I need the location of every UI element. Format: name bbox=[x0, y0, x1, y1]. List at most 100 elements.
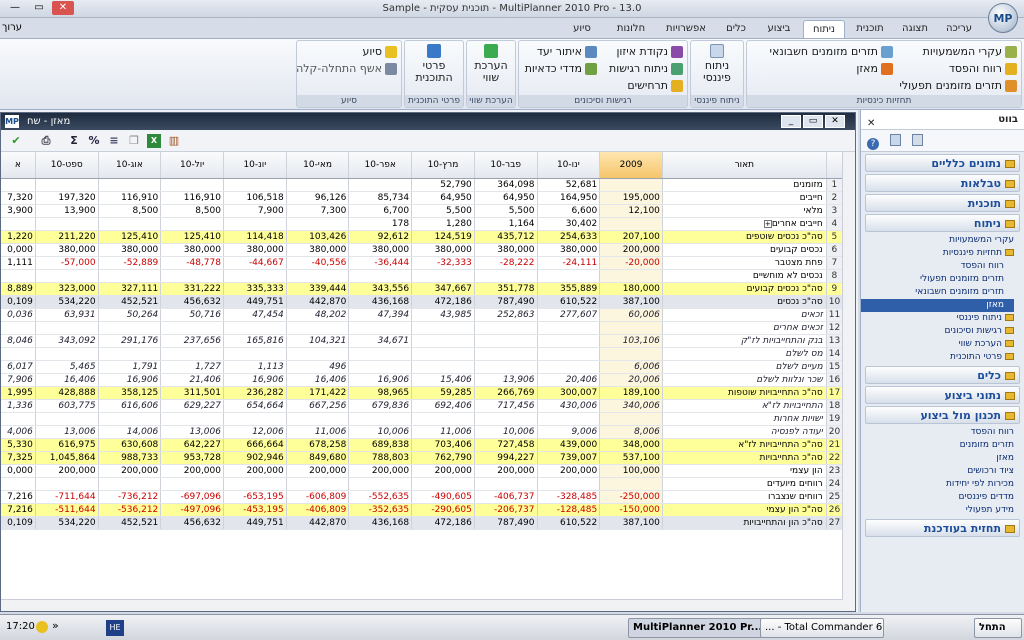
profit-loss-button[interactable]: רווח והפסד bbox=[949, 61, 1017, 77]
table-cell[interactable]: 1,111 bbox=[1, 256, 36, 270]
table-cell[interactable] bbox=[411, 269, 475, 283]
table-cell[interactable] bbox=[411, 412, 475, 426]
table-cell[interactable] bbox=[286, 178, 350, 192]
row-number[interactable]: 4 bbox=[825, 217, 844, 231]
row-number[interactable]: 11 bbox=[825, 308, 844, 322]
row-number[interactable]: 12 bbox=[825, 321, 844, 335]
tab-analysis[interactable]: ניתוח bbox=[803, 20, 845, 38]
column-header[interactable]: תאור bbox=[662, 152, 827, 179]
table-cell[interactable] bbox=[1, 477, 36, 491]
table-cell[interactable]: 430,006 bbox=[537, 399, 601, 413]
table-cell[interactable]: 1,727 bbox=[160, 360, 224, 374]
table-cell[interactable]: 48,202 bbox=[286, 308, 350, 322]
table-cell[interactable]: 47,394 bbox=[348, 308, 413, 322]
table-cell[interactable]: 50,716 bbox=[160, 308, 224, 322]
table-cell[interactable] bbox=[348, 412, 413, 426]
table-cell[interactable]: 436,168 bbox=[348, 516, 413, 530]
table-cell[interactable]: 534,220 bbox=[35, 295, 99, 309]
sidebar-item[interactable]: מידע תפעולי bbox=[861, 504, 1014, 517]
table-cell[interactable]: 8,046 bbox=[1, 334, 36, 348]
table-cell[interactable]: 351,778 bbox=[474, 282, 538, 296]
table-cell[interactable] bbox=[537, 347, 601, 361]
table-cell[interactable]: 1,995 bbox=[1, 386, 36, 400]
row-description[interactable]: סה"כ הון עצמי bbox=[662, 503, 827, 517]
balance-sheet-button[interactable]: מאזן bbox=[856, 61, 893, 77]
table-cell[interactable] bbox=[537, 321, 601, 335]
sidebar-item[interactable]: תזרים מזומנים תפעולי bbox=[861, 273, 1014, 286]
table-cell[interactable]: 200,000 bbox=[160, 464, 224, 478]
table-row[interactable]: ישויות אחרות 19 bbox=[1, 412, 844, 426]
sidebar-section[interactable]: טבלאות bbox=[865, 174, 1020, 192]
table-cell[interactable]: 34,671 bbox=[348, 334, 413, 348]
table-cell[interactable]: 277,607 bbox=[537, 308, 601, 322]
table-cell[interactable] bbox=[1, 347, 36, 361]
valuation-button[interactable]: הערכת שווי bbox=[469, 44, 513, 84]
table-cell[interactable]: 211,220 bbox=[35, 230, 99, 244]
table-cell[interactable]: 335,333 bbox=[223, 282, 287, 296]
table-cell[interactable]: 20,406 bbox=[537, 373, 601, 387]
accounting-cashflow-button[interactable]: תזרים מזומנים חשבונאי bbox=[770, 44, 893, 60]
table-cell[interactable]: 534,220 bbox=[35, 516, 99, 530]
table-cell[interactable] bbox=[160, 347, 224, 361]
table-cell[interactable]: 1,164 bbox=[474, 217, 538, 231]
table-cell[interactable]: 7,300 bbox=[286, 204, 350, 218]
table-cell[interactable]: 64,950 bbox=[411, 191, 475, 205]
table-cell[interactable]: 666,664 bbox=[223, 438, 287, 452]
print-icon[interactable]: ⎙ bbox=[39, 134, 53, 148]
table-cell[interactable]: 435,712 bbox=[474, 230, 538, 244]
row-description[interactable]: נכסים לא מוחשיים bbox=[662, 269, 827, 283]
table-cell[interactable] bbox=[474, 334, 538, 348]
table-cell[interactable]: 343,556 bbox=[348, 282, 413, 296]
table-cell[interactable]: 200,000 bbox=[35, 464, 99, 478]
table-cell[interactable]: 340,006 bbox=[599, 399, 663, 413]
table-cell[interactable]: 537,100 bbox=[599, 451, 663, 465]
table-row[interactable]: 7,216 -511,644 -536,212 -497,096 -453,195 -40… bbox=[1, 503, 844, 517]
table-cell[interactable] bbox=[98, 477, 162, 491]
table-cell[interactable]: 654,664 bbox=[223, 399, 287, 413]
table-cell[interactable]: 252,863 bbox=[474, 308, 538, 322]
row-description[interactable]: מזומנים bbox=[662, 178, 827, 192]
row-description[interactable]: בנק והתחייבויות לז"ק bbox=[662, 334, 827, 348]
table-cell[interactable] bbox=[348, 477, 413, 491]
table-cell[interactable] bbox=[474, 477, 538, 491]
table-cell[interactable] bbox=[160, 269, 224, 283]
close-button[interactable]: ✕ bbox=[52, 1, 74, 15]
table-row[interactable]: 8,889 323,000 327,111 331,222 335,333 339,444… bbox=[1, 282, 844, 296]
sidebar-section[interactable]: תחזית בעודכנת bbox=[865, 519, 1020, 537]
row-number[interactable]: 22 bbox=[825, 451, 844, 465]
table-cell[interactable]: 1,113 bbox=[223, 360, 287, 374]
row-description[interactable]: חייבים אחרים+ bbox=[662, 217, 827, 231]
row-description[interactable]: סה"כ התחייבויות שוטפות bbox=[662, 386, 827, 400]
table-cell[interactable]: 125,410 bbox=[98, 230, 162, 244]
sidebar-item[interactable]: תחזיות פיננסיות bbox=[861, 247, 1014, 260]
table-cell[interactable] bbox=[223, 477, 287, 491]
sensitivity-button[interactable]: ניתוח רגישות bbox=[609, 61, 683, 77]
table-cell[interactable]: 610,522 bbox=[537, 295, 601, 309]
table-cell[interactable] bbox=[474, 360, 538, 374]
table-row[interactable]: 5,330 616,975 630,608 642,227 666,664 678,258… bbox=[1, 438, 844, 452]
table-cell[interactable] bbox=[1, 269, 36, 283]
table-row[interactable]: 1,220 211,220 125,410 125,410 114,418 103,426… bbox=[1, 230, 844, 244]
table-cell[interactable] bbox=[474, 321, 538, 335]
table-cell[interactable]: 439,000 bbox=[537, 438, 601, 452]
table-cell[interactable]: 200,000 bbox=[474, 464, 538, 478]
table-cell[interactable] bbox=[35, 321, 99, 335]
table-cell[interactable]: 1,220 bbox=[1, 230, 36, 244]
table-cell[interactable]: 452,521 bbox=[98, 295, 162, 309]
table-cell[interactable]: 1,791 bbox=[98, 360, 162, 374]
row-description[interactable]: סה"כ נכסים bbox=[662, 295, 827, 309]
table-cell[interactable]: 630,608 bbox=[98, 438, 162, 452]
column-header[interactable]: ינו-10 bbox=[537, 152, 601, 179]
table-cell[interactable]: 236,282 bbox=[223, 386, 287, 400]
row-number[interactable]: 23 bbox=[825, 464, 844, 478]
table-cell[interactable]: -453,195 bbox=[223, 503, 287, 517]
table-cell[interactable] bbox=[35, 217, 99, 231]
security-shield-icon[interactable] bbox=[36, 621, 48, 633]
quick-start-wizard-button[interactable]: אשף התחלה-קלה bbox=[296, 61, 397, 77]
table-cell[interactable]: 43,985 bbox=[411, 308, 475, 322]
table-cell[interactable] bbox=[599, 412, 663, 426]
row-description[interactable]: סה"כ הון והתחייבויות bbox=[662, 516, 827, 530]
table-cell[interactable]: 323,000 bbox=[35, 282, 99, 296]
table-cell[interactable]: 11,006 bbox=[411, 425, 475, 439]
table-cell[interactable]: 347,667 bbox=[411, 282, 475, 296]
